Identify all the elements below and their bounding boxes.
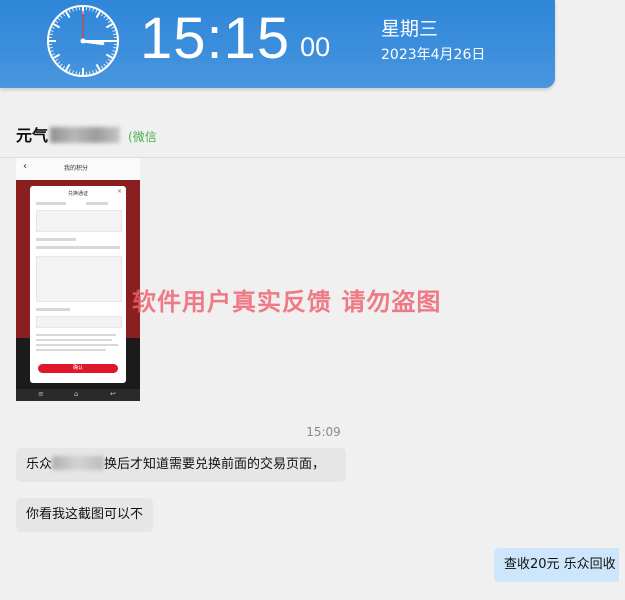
clock-tick bbox=[72, 70, 74, 74]
clock-tick bbox=[89, 71, 91, 75]
clock-tick bbox=[103, 63, 107, 67]
screenshot-app-bar: ‹ 我的积分 bbox=[16, 158, 140, 180]
dialog-field bbox=[36, 256, 122, 302]
dialog-text-line bbox=[36, 349, 106, 351]
clock-tick bbox=[53, 53, 61, 59]
clock-tick bbox=[105, 17, 109, 21]
clock-tick bbox=[65, 63, 71, 71]
screenshot-dialog-title: 兑换通证 bbox=[67, 191, 88, 197]
clock-tick bbox=[59, 15, 63, 19]
clock-tick bbox=[113, 33, 117, 35]
clock-tick bbox=[95, 9, 98, 13]
dialog-text-line bbox=[36, 246, 120, 249]
analog-clock-icon bbox=[47, 5, 119, 77]
clock-tick bbox=[59, 63, 63, 67]
clock-tick bbox=[89, 7, 91, 11]
clock-tick bbox=[50, 30, 54, 32]
incoming-message-bubble[interactable]: 你看我这截图可以不 bbox=[16, 498, 154, 532]
redacted-name bbox=[50, 127, 121, 143]
clock-tick bbox=[68, 9, 71, 13]
clock-tick bbox=[113, 47, 117, 49]
chat-source-tag: (微信 bbox=[128, 130, 157, 144]
incoming-message-bubble[interactable]: 乐众 换后才知道需要兑换前面的交易页面， bbox=[16, 448, 346, 482]
clock-tick bbox=[75, 7, 77, 11]
chat-header: 元气 (微信 bbox=[0, 108, 625, 158]
clock-tick bbox=[100, 13, 104, 17]
message-text: 你看我这截图可以不 bbox=[26, 507, 144, 522]
watermark-text: 软件用户真实反馈 请勿盗图 bbox=[132, 288, 442, 316]
clock-tick bbox=[105, 61, 109, 65]
clock-tick bbox=[49, 47, 53, 49]
clock-tick bbox=[75, 71, 77, 75]
screenshot-app-title: 我的积分 bbox=[64, 165, 89, 172]
clock-tick bbox=[57, 17, 61, 21]
dialog-field bbox=[36, 316, 122, 328]
message-timestamp: 15:09 bbox=[306, 425, 341, 439]
shared-screenshot-image[interactable]: ‹ 我的积分 兑换通证 × 确认 ≡ ⌂ ↩ bbox=[16, 158, 140, 401]
clock-tick bbox=[95, 63, 101, 71]
clock-tick bbox=[107, 20, 111, 24]
weekday-label: 星期三 bbox=[381, 18, 439, 40]
chat-title-text: 元气 bbox=[16, 126, 49, 145]
clock-tick bbox=[112, 50, 116, 52]
date-block: 星期三 2023年4月26日 bbox=[381, 16, 485, 66]
clock-tick bbox=[92, 8, 94, 12]
time-seconds: 00 bbox=[300, 32, 331, 62]
dialog-text-line bbox=[86, 202, 108, 205]
clock-tick bbox=[95, 69, 98, 73]
clock-tick bbox=[111, 53, 115, 56]
dialog-field bbox=[36, 210, 122, 232]
clock-tick bbox=[107, 58, 111, 62]
clock-tick bbox=[55, 20, 59, 24]
screenshot-dialog: 兑换通证 × 确认 bbox=[30, 186, 126, 383]
back-arrow-icon: ‹ bbox=[23, 161, 27, 172]
message-text: 查收20元 乐众回收 bbox=[504, 557, 616, 572]
clock-tick bbox=[62, 65, 66, 69]
clock-tick bbox=[53, 23, 61, 29]
clock-tick bbox=[112, 30, 116, 32]
clock-tick bbox=[72, 8, 74, 12]
clock-tick bbox=[51, 26, 55, 29]
clock-tick bbox=[55, 58, 59, 62]
clock-tick bbox=[57, 61, 61, 65]
back-icon: ↩ bbox=[110, 390, 116, 398]
screenshot-nav-bar: ≡ ⌂ ↩ bbox=[16, 389, 140, 401]
dialog-text-line bbox=[36, 344, 118, 346]
dialog-text-line bbox=[36, 339, 112, 341]
clock-tick bbox=[92, 70, 94, 74]
clock-tick bbox=[65, 11, 71, 19]
clock-tick bbox=[103, 15, 107, 19]
dialog-text-line bbox=[36, 238, 76, 241]
screenshot-confirm-button: 确认 bbox=[38, 364, 118, 373]
date-label: 2023年4月26日 bbox=[381, 47, 486, 63]
clock-banner: 15:15 00 星期三 2023年4月26日 bbox=[0, 0, 555, 88]
clock-tick bbox=[68, 69, 71, 73]
digital-time: 15:15 00 bbox=[140, 4, 330, 74]
message-text: 乐众 bbox=[26, 457, 53, 472]
dialog-text-line bbox=[36, 202, 66, 205]
chat-title[interactable]: 元气 (微信 bbox=[16, 122, 157, 146]
home-icon: ⌂ bbox=[74, 390, 79, 398]
clock-tick bbox=[62, 13, 66, 17]
clock-tick bbox=[95, 11, 101, 19]
clock-tick bbox=[100, 65, 104, 69]
clock-tick bbox=[111, 26, 115, 29]
message-text: 换后才知道需要兑换前面的交易页面， bbox=[104, 457, 326, 472]
clock-tick bbox=[51, 53, 55, 56]
clock-tick bbox=[105, 23, 113, 29]
dialog-text-line bbox=[36, 334, 116, 336]
time-hours-minutes: 15:15 bbox=[140, 6, 291, 71]
close-icon: × bbox=[116, 188, 122, 195]
dialog-text-line bbox=[36, 308, 70, 311]
menu-icon: ≡ bbox=[38, 390, 44, 398]
outgoing-message-bubble[interactable]: 查收20元 乐众回收 bbox=[494, 548, 619, 582]
redacted-text bbox=[52, 456, 105, 470]
clock-tick bbox=[50, 50, 54, 52]
clock-tick bbox=[105, 53, 113, 59]
clock-tick bbox=[49, 33, 53, 35]
